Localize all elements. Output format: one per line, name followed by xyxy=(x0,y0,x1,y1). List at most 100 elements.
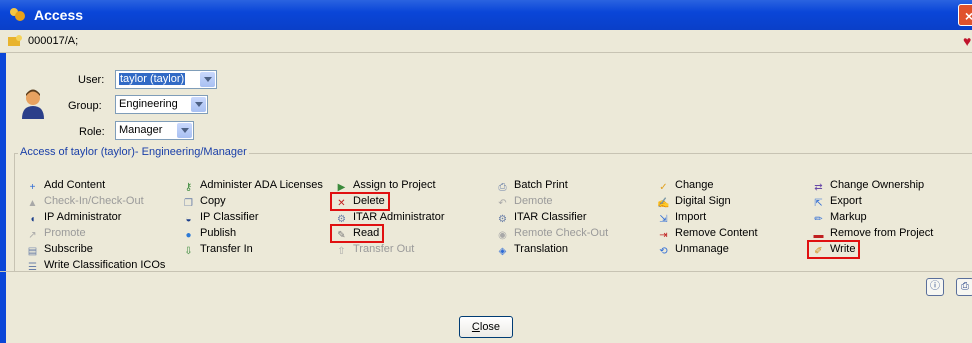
privilege-item: ⚙ ITAR Classifier xyxy=(496,211,587,225)
transfer-in-icon: ⇩ xyxy=(184,246,193,257)
change-icon: ✓ xyxy=(659,182,668,193)
privilege-item: ◒ IP Classifier xyxy=(182,211,258,225)
privilege-label: Remove Content xyxy=(675,227,758,239)
privilege-item: ✓ Change xyxy=(657,179,714,193)
check-in-out-icon: ▲ xyxy=(27,198,38,209)
access-group-title: Access of taylor (taylor)- Engineering/M… xyxy=(18,146,249,158)
privilege-label: Remote Check-Out xyxy=(514,227,609,239)
highlight-box xyxy=(330,192,390,211)
title-bar[interactable]: Access × xyxy=(0,0,972,30)
group-label: Group: xyxy=(68,100,102,112)
privilege-item: ▶ Assign to Project xyxy=(335,179,436,193)
privilege-item: ⇱ Export xyxy=(812,195,862,209)
add-content-icon: + xyxy=(29,182,36,193)
user-select-value: taylor (taylor) xyxy=(119,73,186,85)
info-icon[interactable]: ⓘ xyxy=(926,278,944,296)
privilege-label: Export xyxy=(830,195,862,207)
privilege-label: Administer ADA Licenses xyxy=(200,179,323,191)
role-select-value: Manager xyxy=(119,124,163,136)
chevron-down-icon[interactable] xyxy=(177,123,192,138)
role-select[interactable]: Manager xyxy=(115,121,194,140)
privilege-label: Change xyxy=(675,179,714,191)
privilege-item: ↗ Promote xyxy=(26,227,85,241)
privilege-label: Import xyxy=(675,211,707,223)
close-button[interactable]: Close xyxy=(459,316,513,338)
privilege-label: Check-In/Check-Out xyxy=(44,195,144,207)
privilege-label: Transfer In xyxy=(200,243,253,255)
privilege-item: ◉ Remote Check-Out xyxy=(496,227,608,241)
window-close-button[interactable]: × xyxy=(958,4,972,26)
privilege-item: ❐ Copy xyxy=(182,195,226,209)
ip-classifier-icon: ◒ xyxy=(185,214,192,225)
remote-checkout-icon: ◉ xyxy=(498,230,507,241)
chevron-down-icon[interactable] xyxy=(200,72,215,87)
privilege-item: ▲ Check-In/Check-Out xyxy=(26,195,144,209)
privilege-item: ▬ Remove from Project xyxy=(812,227,934,241)
markup-icon: ✏ xyxy=(814,214,823,225)
itar-classifier-icon: ⚙ xyxy=(498,214,507,225)
privilege-label: Digital Sign xyxy=(675,195,731,207)
demote-icon: ↶ xyxy=(498,198,507,209)
privilege-label: ITAR Classifier xyxy=(514,211,587,223)
footer-divider xyxy=(0,271,972,272)
remove-content-icon: ⇥ xyxy=(659,230,668,241)
privilege-item: ⇥ Remove Content xyxy=(657,227,758,241)
privilege-label: Change Ownership xyxy=(830,179,925,191)
close-mnemonic: C xyxy=(471,321,480,333)
privilege-item: ⚙ ITAR Administrator xyxy=(335,211,445,225)
privilege-label: Unmanage xyxy=(675,243,729,255)
window-frame xyxy=(0,30,6,343)
object-id: 000017/A; xyxy=(28,35,79,47)
privilege-item: ⇧ Transfer Out xyxy=(335,243,414,257)
import-icon: ⇲ xyxy=(659,214,668,225)
privilege-label: ITAR Administrator xyxy=(353,211,445,223)
favorite-icon[interactable]: ♥ xyxy=(963,33,971,49)
privilege-item: ◈ Translation xyxy=(496,243,568,257)
export-icon: ⇱ xyxy=(814,198,823,209)
privilege-label: Publish xyxy=(200,227,237,239)
privilege-label: Add Content xyxy=(44,179,106,191)
privilege-label: Batch Print xyxy=(514,179,568,191)
ip-admin-icon: ◖ xyxy=(29,214,36,225)
privilege-item: ✏ Markup xyxy=(812,211,867,225)
privilege-label: Transfer Out xyxy=(353,243,415,255)
highlight-box xyxy=(807,240,860,259)
transfer-out-icon: ⇧ xyxy=(337,246,346,257)
privilege-item: ◖ IP Administrator xyxy=(26,211,121,225)
print-icon[interactable]: ⎙ xyxy=(956,278,972,296)
digital-sign-icon: ✍ xyxy=(657,198,670,209)
privilege-item: ✍ Digital Sign xyxy=(657,195,731,209)
folder-key-icon xyxy=(8,35,22,46)
object-bar: 000017/A; ♥ xyxy=(0,30,972,53)
privilege-item: ⇩ Transfer In xyxy=(182,243,253,257)
privilege-item: ⇲ Import xyxy=(657,211,706,225)
subscribe-icon: ▤ xyxy=(27,246,38,257)
close-label: lose xyxy=(479,321,501,333)
user-select[interactable]: taylor (taylor) xyxy=(115,70,217,89)
chevron-down-icon[interactable] xyxy=(191,97,206,112)
privilege-label: Subscribe xyxy=(44,243,93,255)
ada-license-icon: ⚷ xyxy=(184,182,193,193)
privilege-label: Remove from Project xyxy=(830,227,934,239)
group-select-value: Engineering xyxy=(119,98,178,110)
group-select[interactable]: Engineering xyxy=(115,95,208,114)
user-label: User: xyxy=(78,74,105,86)
batch-print-icon: ⎙ xyxy=(498,182,507,193)
copy-icon: ❐ xyxy=(184,198,193,209)
access-app-icon xyxy=(10,8,25,21)
privilege-item: ⟲ Unmanage xyxy=(657,243,729,257)
access-window: Access × 000017/A; ♥ User: taylor (taylo… xyxy=(0,0,972,343)
privilege-item: ⇄ Change Ownership xyxy=(812,179,924,193)
privilege-item: ↶ Demote xyxy=(496,195,552,209)
privilege-label: Markup xyxy=(830,211,867,223)
privilege-label: IP Classifier xyxy=(200,211,259,223)
privilege-label: Assign to Project xyxy=(353,179,436,191)
privilege-label: IP Administrator xyxy=(44,211,122,223)
publish-icon: ● xyxy=(185,230,192,241)
classification-icon: ☰ xyxy=(28,262,37,273)
translation-icon: ◈ xyxy=(498,246,507,257)
privilege-item: ▤ Subscribe xyxy=(26,243,93,257)
unmanage-icon: ⟲ xyxy=(659,246,668,257)
window-title: Access xyxy=(34,7,84,23)
privilege-item: ⚷ Administer ADA Licenses xyxy=(182,179,323,193)
